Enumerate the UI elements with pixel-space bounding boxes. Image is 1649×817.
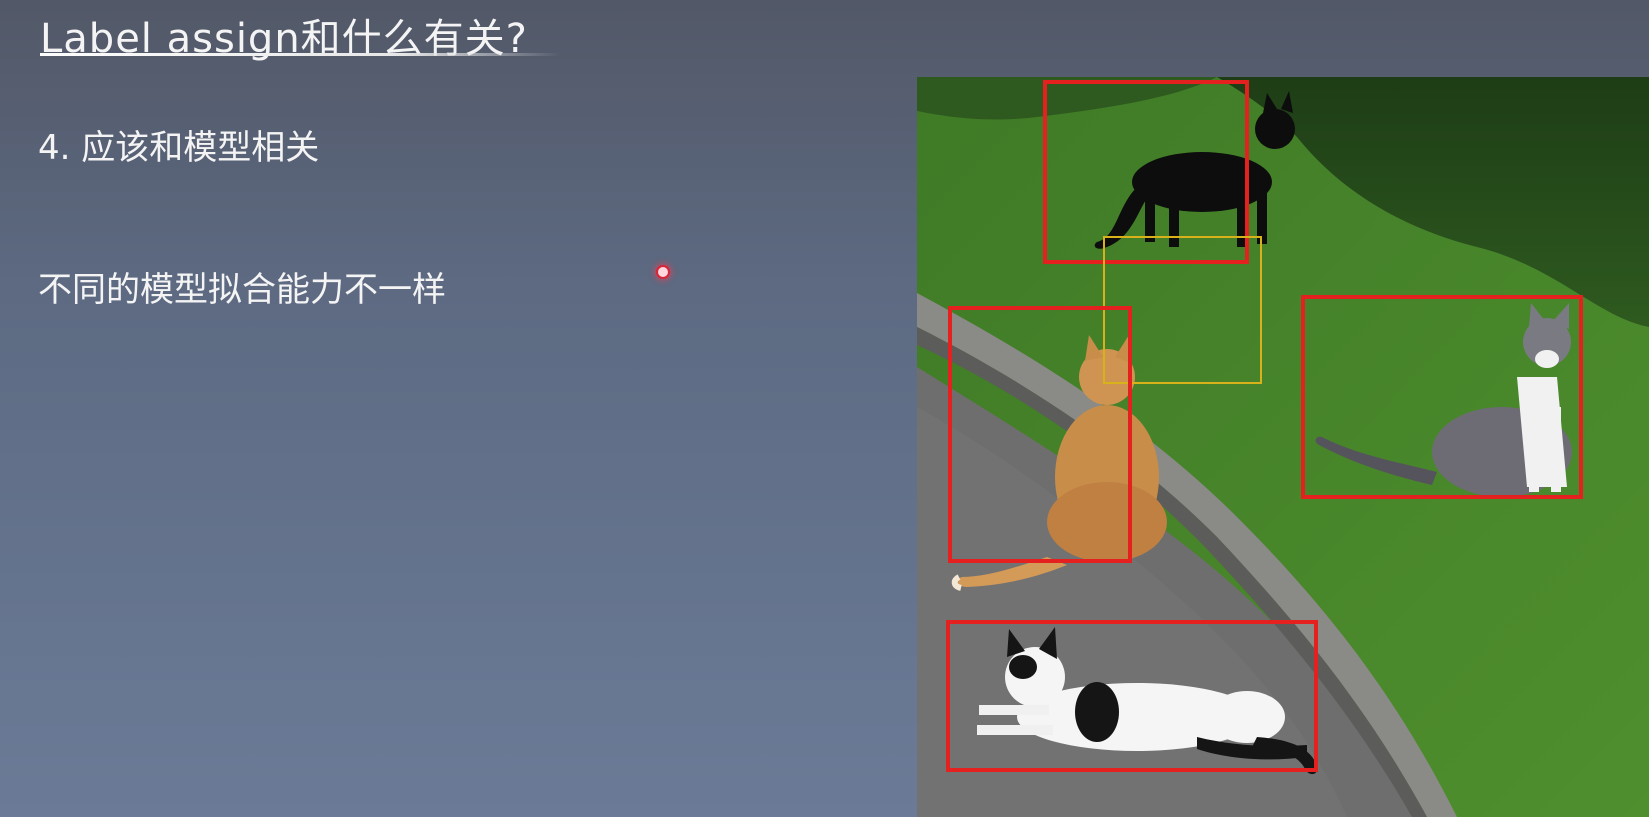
title-underline (40, 53, 560, 56)
slide-point: 4. 应该和模型相关 (38, 128, 320, 168)
laser-pointer (656, 265, 670, 279)
cats-photo-illustration (917, 77, 1649, 817)
cats-photo (917, 77, 1649, 817)
slide-body-line: 不同的模型拟合能力不一样 (38, 270, 446, 310)
